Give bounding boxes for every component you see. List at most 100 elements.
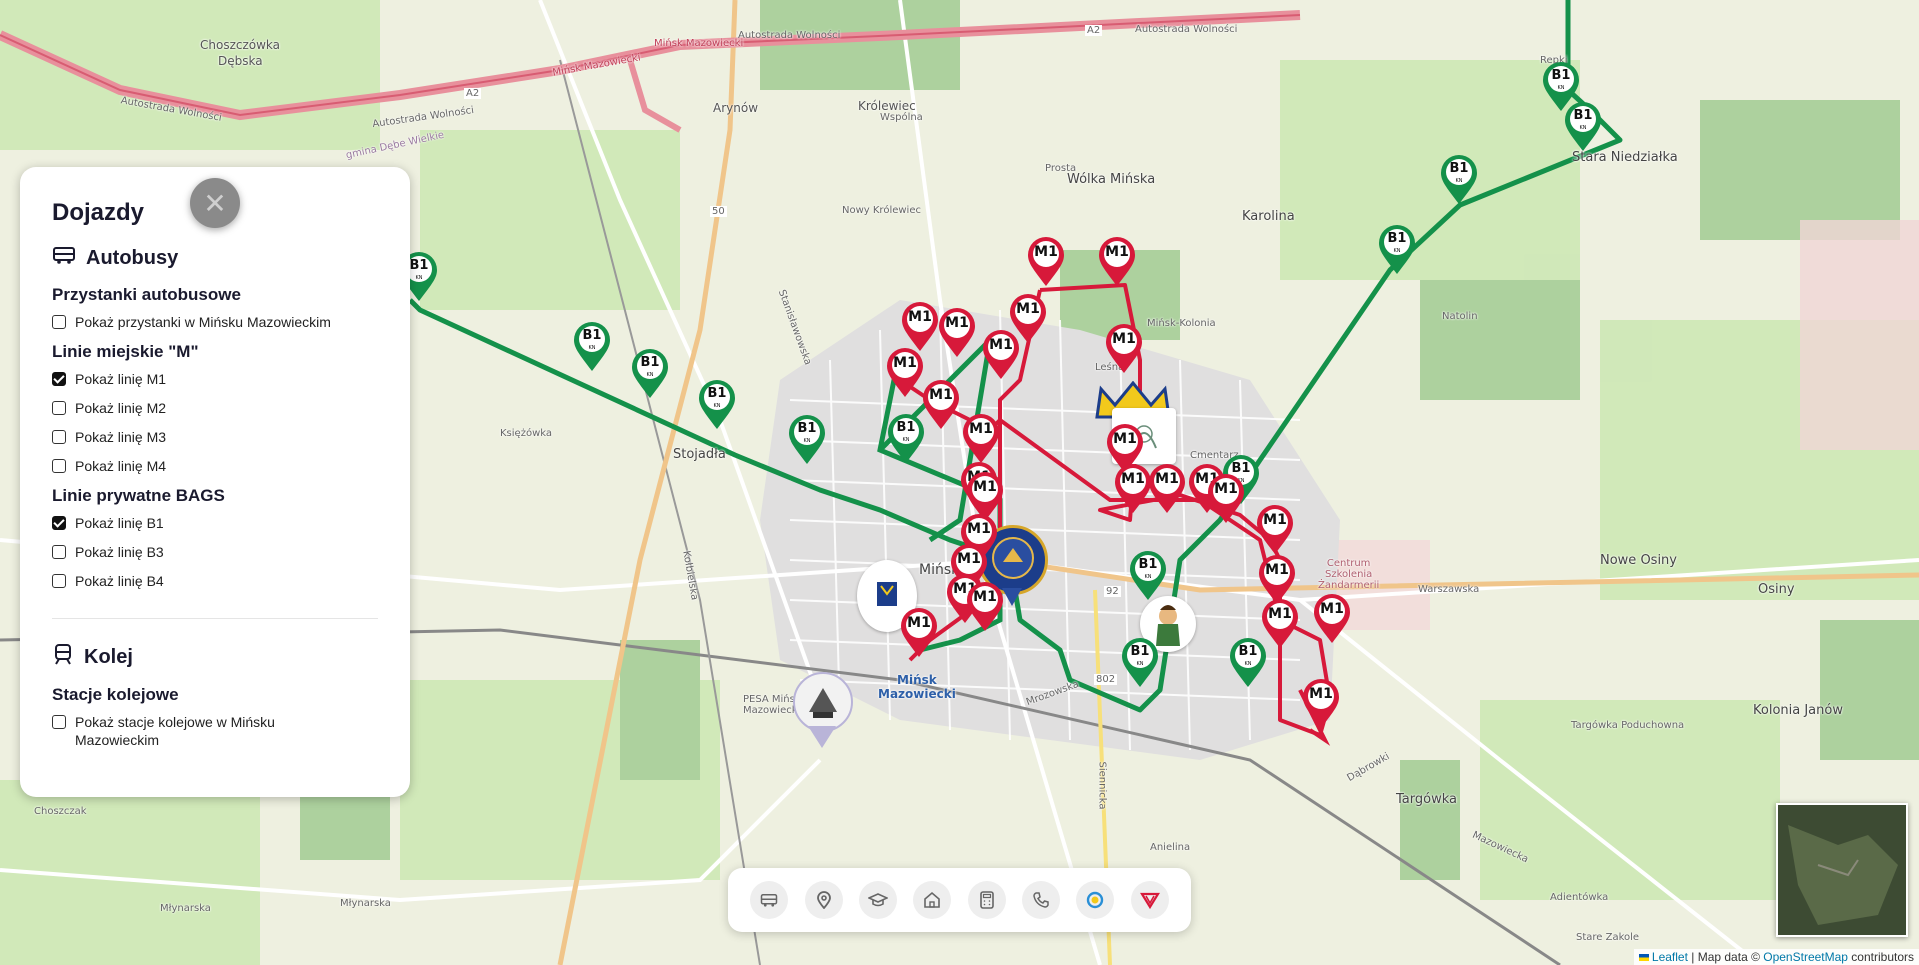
city-line-option[interactable]: Pokaż linię M4	[52, 457, 378, 475]
m1-stop-marker[interactable]: M1	[964, 580, 1006, 632]
m1-stop-marker[interactable]: M1	[980, 328, 1022, 380]
leaflet-link[interactable]: Leaflet	[1652, 950, 1688, 964]
map-attribution: Leaflet | Map data © OpenStreetMap contr…	[1633, 949, 1919, 965]
place-label: Królewiec	[858, 99, 916, 113]
m1-stop-marker[interactable]: M1	[920, 378, 962, 430]
place-label: Nowy Królewiec	[842, 205, 921, 216]
m1-marker-label: M1	[1265, 562, 1289, 578]
m1-stop-marker[interactable]: M1	[1146, 462, 1188, 514]
private-line-checkbox[interactable]	[52, 574, 66, 588]
buses-section-heading: Autobusy	[52, 245, 378, 271]
close-panel-button[interactable]: ✕	[190, 178, 240, 228]
b1-marker-sublabel: KN	[1144, 574, 1152, 580]
m1-stop-marker[interactable]: M1	[1300, 677, 1342, 729]
m1-stop-marker[interactable]: M1	[1025, 235, 1067, 287]
close-icon: ✕	[203, 187, 227, 219]
b1-stop-marker[interactable]: B1 KN	[1438, 153, 1480, 205]
m1-stop-marker[interactable]: M1	[1311, 592, 1353, 644]
private-line-option[interactable]: Pokaż linię B4	[52, 572, 378, 590]
city-line-label: Pokaż linię M3	[75, 429, 167, 445]
bus-stops-option[interactable]: Pokaż przystanki w Mińsku Mazowieckim	[52, 313, 378, 331]
osm-link[interactable]: OpenStreetMap	[1763, 950, 1848, 964]
m1-stop-marker[interactable]: M1	[1259, 597, 1301, 649]
toolbar-calculator-button[interactable]	[967, 881, 1006, 919]
toolbar-places-button[interactable]	[804, 881, 843, 919]
m1-marker-label: M1	[945, 315, 969, 331]
m1-stop-marker[interactable]: M1	[899, 300, 941, 352]
city-line-checkbox[interactable]	[52, 430, 66, 444]
private-line-label: Pokaż linię B1	[75, 515, 164, 531]
m1-marker-label: M1	[893, 355, 917, 371]
m1-stop-marker[interactable]: M1	[1254, 503, 1296, 555]
m1-marker-label: M1	[1155, 471, 1179, 487]
toolbar-home-button[interactable]	[913, 881, 952, 919]
rail-stations-label: Pokaż stacje kolejowe w Mińsku Mazowieck…	[75, 714, 275, 748]
b1-marker-sublabel: KN	[1579, 125, 1587, 131]
place-label: Osiny	[1758, 582, 1795, 597]
place-label: Stara Niedziałka	[1572, 150, 1678, 165]
private-line-checkbox[interactable]	[52, 545, 66, 559]
street-label: Siennicka	[1096, 761, 1108, 810]
rail-stations-option[interactable]: Pokaż stacje kolejowe w Mińsku Mazowieck…	[52, 713, 378, 749]
bus-stops-checkbox[interactable]	[52, 315, 66, 329]
m1-marker-label: M1	[1268, 606, 1292, 622]
b1-stop-marker[interactable]: B1 KN	[1127, 549, 1169, 601]
city-line-option[interactable]: Pokaż linię M3	[52, 428, 378, 446]
city-line-option[interactable]: Pokaż linię M1	[52, 370, 378, 388]
m1-marker-label: M1	[1105, 244, 1129, 260]
m1-marker-label: M1	[1113, 431, 1137, 447]
b1-stop-marker[interactable]: B1 KN	[696, 378, 738, 430]
toolbar-bus-button[interactable]	[750, 881, 789, 919]
rail-stations-checkbox[interactable]	[52, 715, 66, 729]
m1-marker-label: M1	[907, 615, 931, 631]
section-divider	[52, 618, 378, 619]
road-shield: 50	[710, 206, 727, 217]
b1-marker-sublabel: KN	[1455, 178, 1463, 184]
b1-marker-sublabel: KN	[803, 438, 811, 444]
bus-stops-heading: Przystanki autobusowe	[52, 285, 241, 304]
rail-heading: Kolej	[84, 645, 133, 668]
minimap[interactable]	[1776, 803, 1908, 937]
rail-school-logo-icon[interactable]	[793, 672, 853, 732]
b1-stop-marker[interactable]: B1 KN	[1376, 223, 1418, 275]
toolbar-v-logo-button[interactable]	[1130, 881, 1169, 919]
b1-marker-label: B1	[1387, 231, 1407, 246]
toolbar-education-button[interactable]	[858, 881, 897, 919]
place-label: Centrum Szkolenia Żandarmerii	[1318, 558, 1380, 591]
m1-stop-marker[interactable]: M1	[898, 606, 940, 658]
private-line-checkbox[interactable]	[52, 516, 66, 530]
road-label: Mińsk Mazowiecki	[654, 38, 744, 49]
city-line-checkbox[interactable]	[52, 459, 66, 473]
city-line-option[interactable]: Pokaż linię M2	[52, 399, 378, 417]
m1-stop-marker[interactable]: M1	[936, 306, 978, 358]
private-line-option[interactable]: Pokaż linię B3	[52, 543, 378, 561]
place-label: Dębska	[218, 54, 263, 68]
b1-stop-marker[interactable]: B1 KN	[1119, 636, 1161, 688]
street-label: Warszawska	[1418, 584, 1480, 595]
m1-marker-label: M1	[973, 479, 997, 495]
b1-stop-marker[interactable]: B1 KN	[1562, 100, 1604, 152]
m1-stop-marker[interactable]: M1	[1096, 235, 1138, 287]
m1-stop-marker[interactable]: M1	[960, 412, 1002, 464]
place-label: Anielina	[1150, 842, 1191, 853]
toolbar-phone-button[interactable]	[1022, 881, 1061, 919]
b1-stop-marker[interactable]: B1 KN	[629, 347, 671, 399]
city-line-checkbox[interactable]	[52, 401, 66, 415]
city-line-checkbox[interactable]	[52, 372, 66, 386]
street-label: Młynarska	[160, 903, 211, 914]
m1-stop-marker[interactable]: M1	[1103, 322, 1145, 374]
city-line-label: Pokaż linię M4	[75, 458, 167, 474]
b1-marker-label: B1	[1573, 108, 1593, 123]
place-label: Choszczak	[34, 806, 87, 817]
m1-stop-marker[interactable]: M1	[1205, 472, 1247, 524]
b1-stop-marker[interactable]: B1 KN	[571, 320, 613, 372]
place-label: Choszczówka	[200, 38, 281, 52]
b1-marker-sublabel: KN	[1244, 661, 1252, 667]
b1-stop-marker[interactable]: B1 KN	[786, 413, 828, 465]
toolbar-circle-logo-button[interactable]	[1076, 881, 1115, 919]
attribution-text: | Map data ©	[1687, 950, 1764, 964]
road-shield: A2	[1085, 25, 1103, 36]
private-line-option[interactable]: Pokaż linię B1	[52, 514, 378, 532]
home-icon	[924, 891, 941, 908]
city-line-label: Pokaż linię M1	[75, 371, 167, 387]
